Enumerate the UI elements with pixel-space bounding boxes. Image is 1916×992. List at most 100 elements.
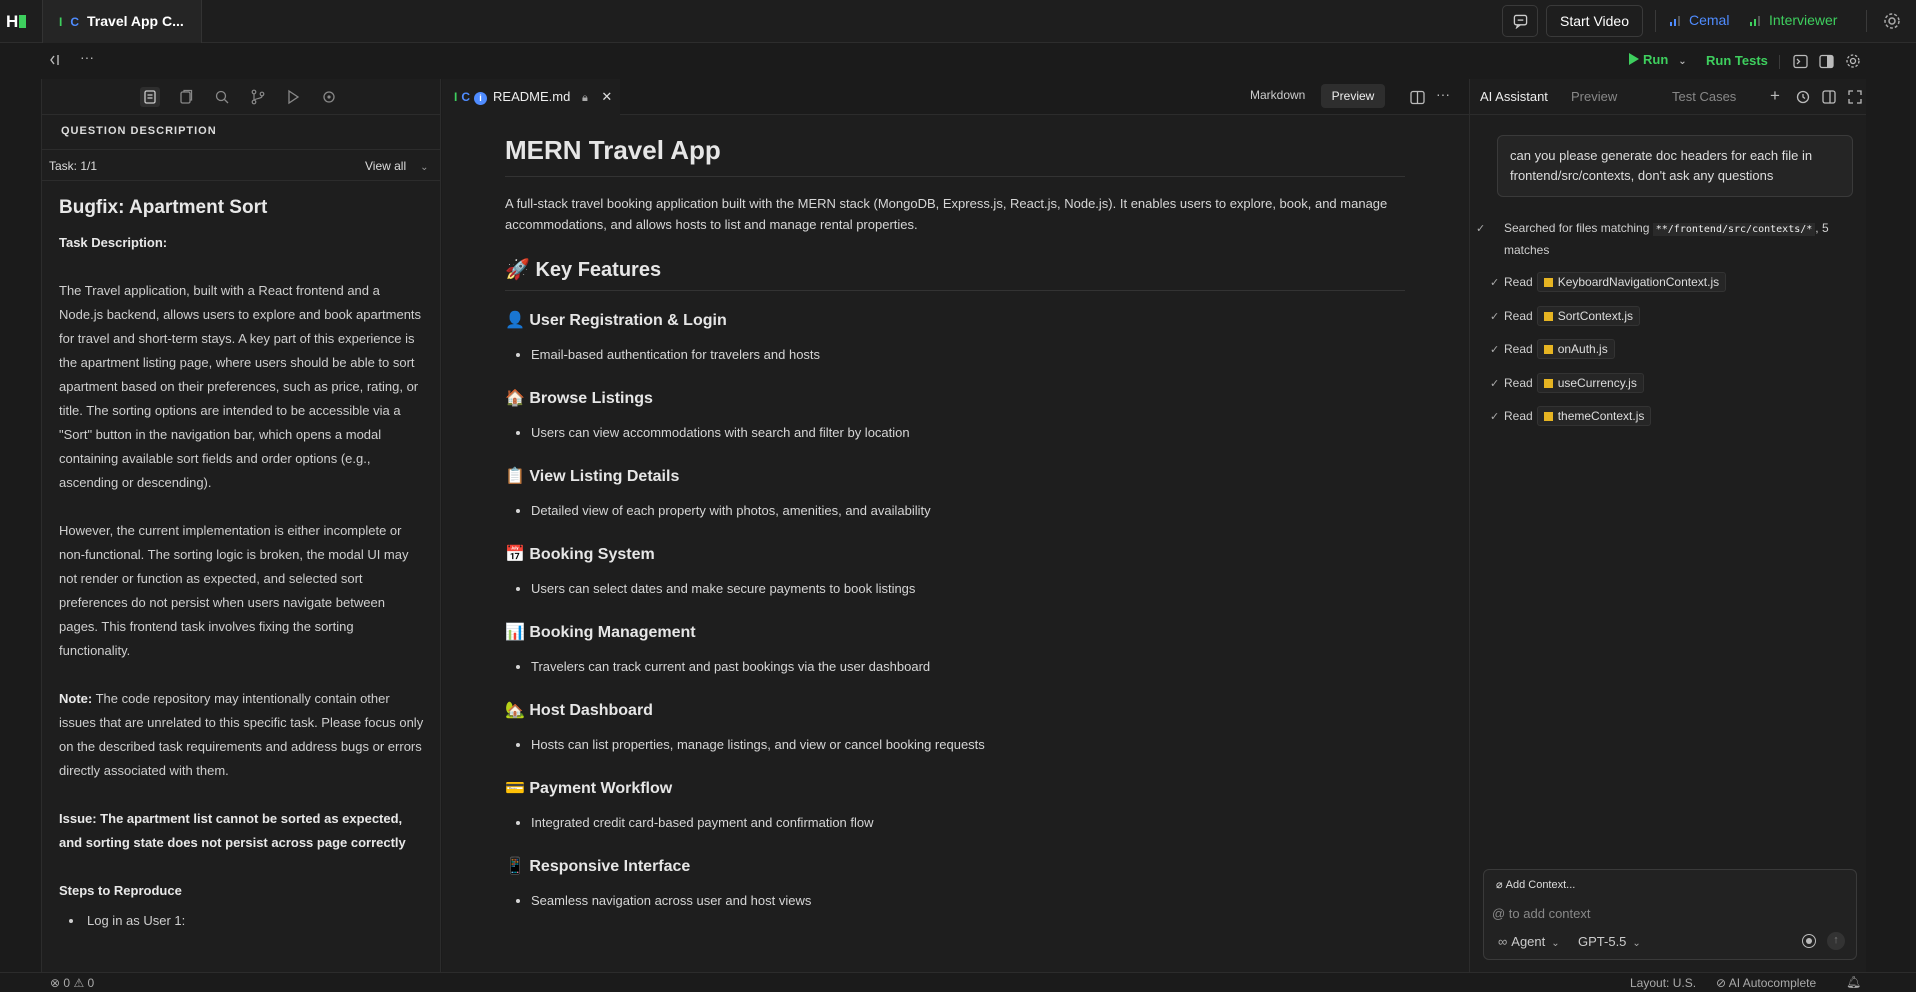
- editor-tabs: I Ci README.md 🔒︎ ✕ Markdown Preview ···: [442, 79, 1469, 115]
- divider: [1779, 55, 1780, 69]
- extensions-icon[interactable]: [319, 87, 339, 107]
- new-chat-icon[interactable]: +: [1770, 86, 1780, 106]
- layout-indicator[interactable]: Layout: U.S.: [1630, 976, 1696, 990]
- view-all-label: View all: [365, 159, 407, 173]
- collapse-panel-icon[interactable]: [49, 53, 63, 67]
- toolbar: ··· Run ⌄ Run Tests: [0, 43, 1916, 79]
- play-icon: [1629, 53, 1639, 65]
- add-context-button[interactable]: ⌀ Add Context...: [1496, 878, 1575, 891]
- tab-readme[interactable]: I Ci README.md 🔒︎ ✕: [442, 79, 620, 115]
- feature-section: 📋 View Listing Details Detailed view of e…: [505, 465, 1405, 521]
- tab-travel-app[interactable]: I C Travel App C...: [42, 0, 202, 43]
- agent-label: Agent: [1511, 934, 1546, 949]
- send-icon[interactable]: ↑: [1827, 932, 1845, 950]
- task-selector[interactable]: Task: 1/1 View all ⌄: [42, 149, 440, 181]
- split-editor-icon[interactable]: [1410, 90, 1425, 105]
- file-name: KeyboardNavigationContext.js: [1557, 275, 1720, 289]
- tab-ai-assistant[interactable]: AI Assistant: [1480, 89, 1548, 104]
- right-rail: [1866, 79, 1916, 972]
- feature-title: 📅 Booking System: [505, 546, 655, 563]
- start-video-button[interactable]: Start Video: [1546, 5, 1643, 37]
- sidebar-toggle-icon[interactable]: [1822, 90, 1836, 104]
- git-branch-icon[interactable]: [248, 87, 268, 107]
- file-name: README.md: [493, 89, 571, 104]
- info-icon: i: [474, 92, 488, 105]
- file-name: useCurrency.js: [1557, 376, 1637, 390]
- file-name: SortContext.js: [1557, 309, 1634, 323]
- autocomplete-label: AI Autocomplete: [1728, 976, 1817, 990]
- search-pattern: **/frontend/src/contexts/*: [1652, 223, 1816, 236]
- history-icon[interactable]: [1796, 90, 1810, 104]
- feature-text: Users can view accommodations with searc…: [531, 423, 1405, 443]
- feature-text: Travelers can track current and past boo…: [531, 657, 1405, 677]
- file-chip[interactable]: SortContext.js: [1536, 306, 1641, 326]
- signal-icon: [1750, 16, 1760, 26]
- file-chip[interactable]: onAuth.js: [1536, 339, 1615, 359]
- tab-preview[interactable]: Preview: [1571, 89, 1617, 104]
- layout-icon[interactable]: [1819, 54, 1834, 69]
- editor-pane: I Ci README.md 🔒︎ ✕ Markdown Preview ··· M…: [442, 79, 1469, 972]
- issue-text: Issue: The apartment list cannot be sort…: [59, 811, 406, 850]
- description-icon[interactable]: [140, 87, 160, 107]
- question-body: Bugfix: Apartment Sort Task Description:…: [59, 195, 424, 933]
- error-icon: ⊗: [50, 976, 61, 990]
- search-prefix: Searched for files matching: [1504, 221, 1653, 235]
- bell-icon[interactable]: 🔔︎: [1846, 975, 1861, 989]
- view-all-button[interactable]: View all ⌄: [365, 159, 429, 173]
- feature-text: Detailed view of each property with phot…: [531, 501, 1405, 521]
- user-name: Cemal: [1689, 12, 1730, 28]
- model-selector[interactable]: GPT-5.5 ⌄: [1578, 934, 1641, 949]
- close-icon[interactable]: ✕: [601, 89, 612, 104]
- chevron-down-icon: ⌄: [1551, 938, 1560, 949]
- infinity-icon: ∞: [1498, 934, 1508, 949]
- question-title: Bugfix: Apartment Sort: [59, 197, 268, 218]
- run-button[interactable]: Run ⌄: [1629, 52, 1687, 67]
- user-cemal[interactable]: Cemal: [1669, 12, 1729, 28]
- feature-text: Email-based authentication for travelers…: [531, 345, 1405, 365]
- feature-section: 📱 Responsive Interface Seamless navigatio…: [505, 855, 1405, 911]
- debug-icon[interactable]: [283, 87, 303, 107]
- chat-input[interactable]: @ to add context: [1492, 906, 1590, 921]
- markdown-button[interactable]: Markdown: [1250, 88, 1305, 102]
- agent-selector[interactable]: ∞ Agent ⌄: [1498, 934, 1560, 949]
- user-interviewer[interactable]: Interviewer: [1749, 12, 1837, 28]
- feature-section: 🏠 Browse Listings Users can view accommod…: [505, 387, 1405, 443]
- files-icon[interactable]: [176, 87, 196, 107]
- more-icon[interactable]: ···: [1436, 86, 1450, 102]
- feature-text: Hosts can list properties, manage listin…: [531, 735, 1405, 755]
- search-icon[interactable]: [212, 87, 232, 107]
- js-file-icon: [1543, 379, 1553, 388]
- chevron-down-icon: ⌄: [420, 162, 429, 173]
- autocomplete-icon: ⊘: [1716, 976, 1727, 990]
- problems-indicator[interactable]: ⊗ 0 ⚠ 0: [50, 976, 94, 990]
- file-chip[interactable]: KeyboardNavigationContext.js: [1536, 272, 1727, 292]
- feature-section: 💳 Payment Workflow Integrated credit card…: [505, 777, 1405, 833]
- features-heading: 🚀 Key Features: [505, 251, 1405, 291]
- ai-autocomplete-toggle[interactable]: ⊘ AI Autocomplete: [1716, 976, 1816, 990]
- chat-composer: ⌀ Add Context... @ to add context ∞ Agent ⌄…: [1483, 869, 1857, 960]
- settings-icon[interactable]: [1845, 53, 1861, 69]
- check-icon: ✓: [1476, 223, 1486, 235]
- chat-button[interactable]: [1502, 5, 1538, 37]
- record-icon[interactable]: [1802, 934, 1816, 948]
- file-chip[interactable]: themeContext.js: [1536, 406, 1652, 426]
- steps-title: Steps to Reproduce: [59, 883, 182, 898]
- run-tests-button[interactable]: Run Tests: [1706, 53, 1768, 68]
- file-chip[interactable]: useCurrency.js: [1536, 373, 1644, 393]
- chat-bubble-icon: [1513, 14, 1528, 29]
- tab-test-cases[interactable]: Test Cases: [1672, 89, 1736, 104]
- chevron-down-icon[interactable]: ⌄: [1678, 56, 1686, 67]
- preview-button[interactable]: Preview: [1321, 84, 1385, 108]
- tab-status-icon: I: [454, 90, 458, 104]
- gear-icon[interactable]: [1882, 11, 1902, 31]
- feature-section: 👤 User Registration & Login Email-based a…: [505, 309, 1405, 365]
- more-icon[interactable]: ···: [80, 49, 94, 65]
- terminal-icon[interactable]: [1793, 54, 1808, 69]
- tab-lang-icon: C: [70, 15, 80, 29]
- add-context-label: Add Context...: [1505, 879, 1576, 891]
- markdown-preview: MERN Travel App A full-stack travel book…: [505, 115, 1405, 933]
- top-bar: H I C Travel App C... Start Video Cemal In…: [0, 0, 1916, 43]
- expand-icon[interactable]: [1848, 90, 1862, 104]
- file-name: themeContext.js: [1557, 409, 1645, 423]
- app-logo[interactable]: H: [6, 12, 30, 32]
